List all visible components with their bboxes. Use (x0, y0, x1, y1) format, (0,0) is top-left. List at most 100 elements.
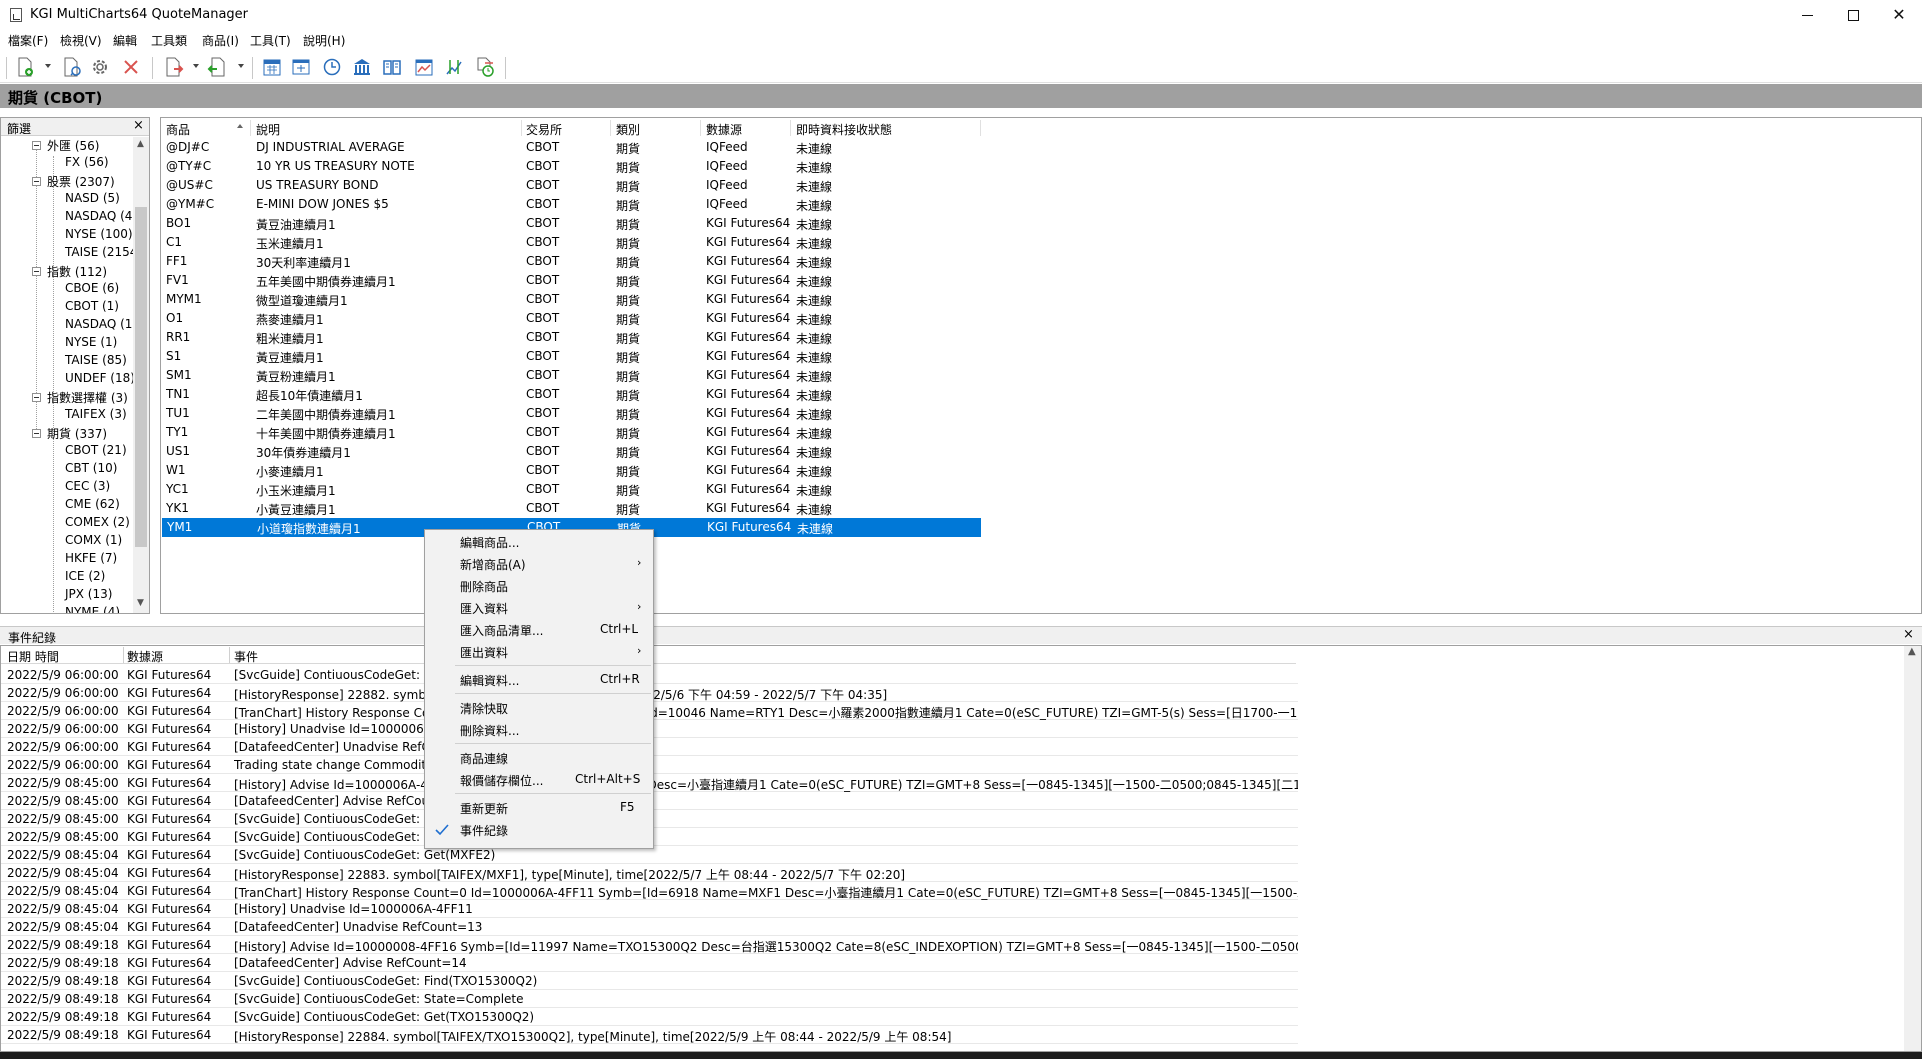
tree-leaf[interactable]: FX (56) (65, 155, 109, 169)
tree-group[interactable]: 外匯 (56) (47, 137, 99, 154)
tree-leaf[interactable]: CBOT (21) (65, 443, 127, 457)
close-window-button[interactable]: ✕ (1876, 0, 1922, 30)
new-symbol-dropdown-icon[interactable] (45, 64, 51, 68)
tree-collapse-icon[interactable] (32, 393, 41, 402)
symbol-row[interactable]: FV1 五年美國中期債券連續月1 CBOT 期貨 KGI Futures64 未連線 (161, 271, 981, 290)
context-menu-item[interactable]: 編輯商品... (425, 531, 653, 553)
minimize-button[interactable] (1784, 0, 1830, 30)
symbol-row[interactable]: SM1 黃豆粉連續月1 CBOT 期貨 KGI Futures64 未連線 (161, 366, 981, 385)
column-header-description[interactable]: 說明 (256, 121, 280, 138)
tree-leaf[interactable]: NASDAQ (4 (65, 209, 132, 223)
symbol-row[interactable]: RR1 粗米連續月1 CBOT 期貨 KGI Futures64 未連線 (161, 328, 981, 347)
tree-leaf[interactable]: CBOE (6) (65, 281, 119, 295)
scroll-down-icon[interactable]: ▼ (137, 598, 144, 608)
symbol-row[interactable]: MYM1 微型道瓊連續月1 CBOT 期貨 KGI Futures64 未連線 (161, 290, 981, 309)
menu-symbol[interactable]: 商品(I) (202, 32, 239, 49)
tree-collapse-icon[interactable] (32, 429, 41, 438)
event-row[interactable]: 2022/5/9 08:45:04 KGI Futures64 [TranChart… (1, 882, 1298, 900)
symbol-row[interactable]: BO1 黃豆油連續月1 CBOT 期貨 KGI Futures64 未連線 (161, 214, 981, 233)
tree-leaf[interactable]: NYSE (1) (65, 335, 117, 349)
menu-tools[interactable]: 工具(T) (250, 32, 291, 49)
calendar-alert-button[interactable] (413, 56, 435, 78)
maximize-button[interactable] (1830, 0, 1876, 30)
context-menu-item[interactable]: 事件紀錄 (425, 819, 653, 841)
close-filter-icon[interactable]: × (133, 118, 144, 133)
calendar-button[interactable] (261, 56, 283, 78)
tree-leaf[interactable]: NYME (4) (65, 605, 120, 613)
context-menu-item[interactable]: 商品連線 (425, 747, 653, 769)
column-header-category[interactable]: 類別 (616, 121, 640, 138)
new-symbol-button[interactable] (14, 56, 36, 78)
tree-leaf[interactable]: JPX (13) (65, 587, 112, 601)
session-button[interactable] (290, 56, 312, 78)
event-row[interactable]: 2022/5/9 08:45:04 KGI Futures64 [HistoryRe… (1, 864, 1298, 882)
context-menu-item[interactable]: 編輯資料... Ctrl+R (425, 669, 653, 691)
column-header-event[interactable]: 事件 (234, 648, 258, 665)
tree-leaf[interactable]: UNDEF (18) (65, 371, 133, 385)
tree-leaf[interactable]: ICE (2) (65, 569, 105, 583)
menu-edit[interactable]: 編輯 (113, 32, 137, 49)
column-header-exchange[interactable]: 交易所 (526, 121, 562, 138)
event-row[interactable]: 2022/5/9 08:49:18 KGI Futures64 [SvcGuide]… (1, 990, 1298, 1008)
tree-leaf[interactable]: CBT (10) (65, 461, 117, 475)
tree-leaf[interactable]: TAISE (2154 (65, 245, 133, 259)
tree-group[interactable]: 股票 (2307) (47, 173, 115, 190)
column-separator[interactable] (790, 120, 791, 136)
delete-button[interactable] (120, 56, 142, 78)
time-zone-button[interactable] (321, 56, 343, 78)
tree-leaf[interactable]: CBOT (1) (65, 299, 119, 313)
close-event-log-icon[interactable]: × (1903, 627, 1914, 642)
tree-group[interactable]: 期貨 (337) (47, 425, 107, 442)
tree-leaf[interactable]: COMEX (2) (65, 515, 130, 529)
event-log-scrollbar[interactable]: ▲ (1904, 646, 1921, 1051)
menu-file[interactable]: 檔案(F) (8, 32, 48, 49)
symbol-row[interactable]: C1 玉米連續月1 CBOT 期貨 KGI Futures64 未連線 (161, 233, 981, 252)
scroll-thumb[interactable] (135, 207, 147, 547)
context-menu-item[interactable]: 清除快取 (425, 697, 653, 719)
tree-leaf[interactable]: NYSE (100) (65, 227, 133, 241)
tree-leaf[interactable]: NASD (5) (65, 191, 120, 205)
chart-data-button[interactable] (443, 56, 465, 78)
exchange-button[interactable] (351, 56, 373, 78)
column-header-symbol[interactable]: 商品 (166, 121, 190, 138)
symbol-row[interactable]: W1 小麥連續月1 CBOT 期貨 KGI Futures64 未連線 (161, 461, 981, 480)
tree-collapse-icon[interactable] (32, 141, 41, 150)
symbol-row[interactable]: TY1 十年美國中期債券連續月1 CBOT 期貨 KGI Futures64 未連線 (161, 423, 981, 442)
tree-collapse-icon[interactable] (32, 177, 41, 186)
symbol-row[interactable]: @DJ#C DJ INDUSTRIAL AVERAGE CBOT 期貨 IQFeed 未連… (161, 138, 981, 157)
column-header-status[interactable]: 即時資料接收狀態 (796, 121, 892, 138)
tree-group[interactable]: 指數選擇權 (3) (47, 389, 128, 406)
filter-scrollbar[interactable]: ▲ ▼ (133, 137, 149, 613)
menu-view[interactable]: 檢視(V) (60, 32, 102, 49)
context-menu-item[interactable]: 刪除資料... (425, 719, 653, 741)
symbol-row[interactable]: YK1 小黃豆連續月1 CBOT 期貨 KGI Futures64 未連線 (161, 499, 981, 518)
tree-collapse-icon[interactable] (32, 267, 41, 276)
scroll-up-icon[interactable]: ▲ (1908, 646, 1916, 657)
menu-toolkit[interactable]: 工具類 (151, 32, 187, 49)
column-separator[interactable] (521, 120, 522, 136)
import-button[interactable] (163, 56, 185, 78)
column-separator[interactable] (610, 120, 611, 136)
symbol-row[interactable]: TU1 二年美國中期債券連續月1 CBOT 期貨 KGI Futures64 未連線 (161, 404, 981, 423)
settings-button[interactable] (89, 56, 111, 78)
event-row[interactable]: 2022/5/9 08:49:18 KGI Futures64 [SvcGuide]… (1, 1008, 1298, 1026)
scroll-up-icon[interactable]: ▲ (137, 139, 144, 149)
column-separator[interactable] (229, 647, 230, 663)
tree-leaf[interactable]: TAISE (85) (65, 353, 127, 367)
column-separator[interactable] (980, 120, 981, 136)
tree-leaf[interactable]: CME (62) (65, 497, 120, 511)
tree-leaf[interactable]: TAIFEX (3) (65, 407, 127, 421)
menu-help[interactable]: 說明(H) (303, 32, 345, 49)
context-menu-item[interactable]: 重新更新 F5 (425, 797, 653, 819)
tree-leaf[interactable]: COMX (1) (65, 533, 122, 547)
event-row[interactable]: 2022/5/9 08:45:04 KGI Futures64 [History] … (1, 900, 1298, 918)
context-menu-item[interactable]: 匯出資料 › (425, 641, 653, 663)
symbol-row[interactable]: @TY#C 10 YR US TREASURY NOTE CBOT 期貨 IQFeed 未… (161, 157, 981, 176)
context-menu-item[interactable]: 新增商品(A) › (425, 553, 653, 575)
symbol-row[interactable]: O1 燕麥連續月1 CBOT 期貨 KGI Futures64 未連線 (161, 309, 981, 328)
import-dropdown-icon[interactable] (193, 64, 199, 68)
column-header-datasource[interactable]: 數據源 (706, 121, 742, 138)
event-row[interactable]: 2022/5/9 08:45:04 KGI Futures64 [DatafeedC… (1, 918, 1298, 936)
symbol-row[interactable]: FF1 30天利率連續月1 CBOT 期貨 KGI Futures64 未連線 (161, 252, 981, 271)
column-header-datetime[interactable]: 日期 時間 (7, 648, 59, 665)
